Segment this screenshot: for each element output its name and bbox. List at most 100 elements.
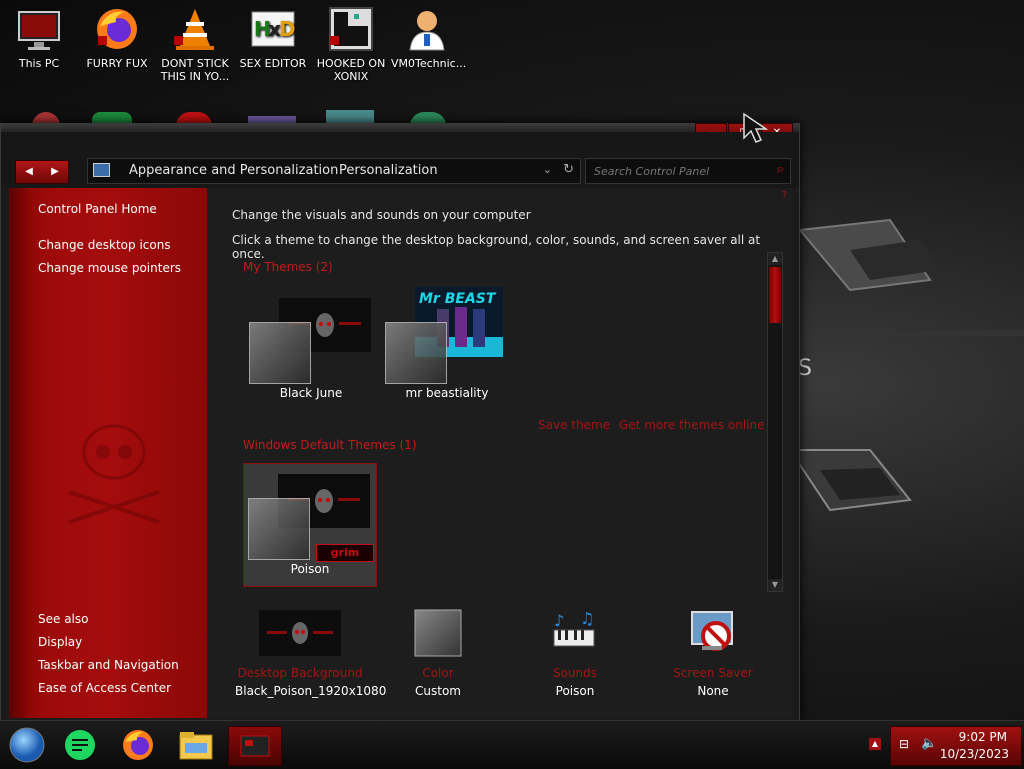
svg-text:S: S — [798, 356, 812, 381]
screen-saver-setting[interactable]: Screen Saver None — [648, 608, 778, 698]
refresh-icon[interactable]: ↻ — [563, 162, 574, 177]
forward-button[interactable]: ▶ — [42, 161, 68, 183]
back-arrow-icon: ◀ — [25, 166, 33, 177]
wallpaper-graphic: S — [790, 218, 1024, 512]
sidebar-change-desktop-icons[interactable]: Change desktop icons — [38, 238, 171, 252]
save-theme-link[interactable]: Save theme — [538, 418, 610, 432]
desktop-icon-technician[interactable]: VM0Technic... — [391, 6, 467, 70]
help-icon[interactable]: ? — [782, 190, 787, 201]
clock-time: 9:02 PM — [958, 730, 1007, 744]
theme-name: Poison — [290, 562, 330, 576]
sidebar-taskbar-navigation-link[interactable]: Taskbar and Navigation — [38, 658, 179, 672]
personalization-window: – □ ✕ ◀ ▶ Appearance and Personalization… — [0, 123, 800, 721]
personalization-content: ? Change the visuals and sounds on your … — [207, 188, 793, 718]
desktop-icon-vlc[interactable]: DONT STICK THIS IN YO... — [159, 6, 231, 83]
desktop-icon-label: FURRY FUX — [86, 57, 148, 70]
system-tray-clock[interactable]: ⊟ 🔈 9:02 PM 10/23/2023 — [890, 726, 1022, 766]
control-panel-taskbar-button[interactable] — [228, 726, 282, 766]
setting-value: None — [697, 684, 729, 698]
navigation-bar: ◀ ▶ Appearance and Personalization Perso… — [1, 132, 799, 188]
scroll-down-icon[interactable]: ▼ — [768, 579, 782, 591]
svg-text:♪: ♪ — [554, 611, 564, 630]
scroll-up-icon[interactable]: ▲ — [768, 253, 782, 265]
address-bar[interactable]: Appearance and Personalization Personali… — [87, 158, 581, 184]
setting-value: Black_Poison_1920x1080 — [235, 684, 387, 698]
desktop-icon-label: DONT STICK THIS IN YO... — [160, 57, 230, 83]
sidebar: Control Panel Home Change desktop icons … — [9, 188, 207, 718]
page-title: Change the visuals and sounds on your co… — [232, 208, 531, 222]
skull-watermark-icon — [68, 424, 160, 524]
sounds-setting[interactable]: ♪ ♫ Sounds Poison — [510, 608, 640, 698]
theme-overlay-text: Mr BEAST — [419, 291, 497, 307]
setting-label: Screen Saver — [673, 666, 753, 680]
desktop-icon-sex-editor[interactable]: HxD SEX EDITOR — [237, 6, 309, 70]
search-icon[interactable]: ⌕ — [777, 162, 784, 177]
firefox-icon — [94, 6, 140, 52]
clock-date: 10/23/2023 — [939, 747, 1009, 761]
breadcrumb-appearance[interactable]: Appearance and Personalization — [129, 163, 338, 178]
page-description: Click a theme to change the desktop back… — [232, 233, 761, 261]
setting-label: Desktop Background — [237, 666, 363, 680]
desktop-icon-label: This PC — [18, 57, 60, 70]
chevron-down-icon[interactable]: ⌄ — [543, 163, 552, 176]
desktop-icon-label: HOOKED ON XONIX — [316, 57, 386, 83]
start-button[interactable] — [4, 726, 50, 764]
my-themes-heading: My Themes (2) — [243, 260, 333, 274]
technician-user-icon — [404, 6, 450, 52]
show-hidden-icons-button[interactable]: ▲ — [869, 738, 881, 750]
back-button[interactable]: ◀ — [16, 161, 42, 183]
setting-label: Sounds — [552, 666, 598, 680]
theme-name: mr beastiality — [405, 386, 489, 400]
search-input[interactable] — [592, 162, 768, 180]
desktop-icon-label: VM0Technic... — [391, 57, 467, 70]
desktop-background-icon — [259, 608, 341, 658]
theme-black-june[interactable]: Black June — [245, 288, 377, 410]
xonix-game-icon — [328, 6, 374, 52]
theme-preview-window — [248, 498, 310, 560]
mouse-cursor-icon — [743, 112, 769, 143]
sidebar-control-panel-home[interactable]: Control Panel Home — [38, 202, 157, 216]
screen-saver-icon — [688, 608, 738, 658]
theme-name: Black June — [279, 386, 343, 400]
setting-value: Custom — [415, 684, 461, 698]
color-swatch-icon — [413, 608, 463, 658]
desktop-icon-partial-row — [0, 108, 470, 126]
monitor-icon — [16, 6, 62, 52]
desktop-icon-label: SEX EDITOR — [239, 57, 307, 70]
theme-preview-window — [385, 322, 447, 384]
file-explorer-button[interactable] — [173, 726, 219, 764]
color-setting[interactable]: Color Custom — [373, 608, 503, 698]
svg-text:D: D — [279, 17, 296, 41]
desktop-icon-this-pc[interactable]: This PC — [3, 6, 75, 70]
svg-text:♫: ♫ — [580, 609, 594, 628]
hxd-editor-icon: HxD — [250, 6, 296, 52]
desktop-icon-xonix[interactable]: HOOKED ON XONIX — [315, 6, 387, 83]
theme-preview-window — [249, 322, 311, 384]
scroll-thumb[interactable] — [769, 267, 781, 323]
breadcrumb-personalization[interactable]: Personalization — [339, 163, 438, 178]
theme-poison[interactable]: grim Poison — [243, 463, 377, 587]
setting-value: Poison — [555, 684, 595, 698]
theme-mr-beastiality[interactable]: Mr BEAST mr beastiality — [381, 287, 513, 410]
search-box[interactable]: ⌕ — [585, 158, 791, 184]
network-icon[interactable]: ⊟ — [899, 737, 909, 751]
setting-label: Color — [422, 666, 454, 680]
get-more-themes-link[interactable]: Get more themes online — [619, 418, 765, 432]
see-also-heading: See also — [38, 612, 89, 626]
taskbar: ▲ ⊟ 🔈 9:02 PM 10/23/2023 — [0, 720, 1024, 769]
sidebar-ease-of-access-link[interactable]: Ease of Access Center — [38, 681, 171, 695]
window-titlebar[interactable]: – □ ✕ — [1, 123, 799, 144]
forward-arrow-icon: ▶ — [51, 166, 59, 177]
themes-scrollbar[interactable]: ▲ ▼ — [767, 252, 783, 592]
grim-badge: grim — [316, 544, 374, 562]
volume-icon[interactable]: 🔈 — [921, 736, 937, 751]
chat-app-button[interactable] — [57, 726, 103, 764]
desktop-background-setting[interactable]: Desktop Background Black_Poison_1920x108… — [235, 608, 387, 698]
sidebar-display-link[interactable]: Display — [38, 635, 82, 649]
desktop-icon-furry-fux[interactable]: FURRY FUX — [81, 6, 153, 70]
firefox-taskbar-button[interactable] — [115, 726, 161, 764]
back-forward-buttons: ◀ ▶ — [15, 160, 69, 184]
sidebar-change-mouse-pointers[interactable]: Change mouse pointers — [38, 261, 181, 275]
sounds-icon: ♪ ♫ — [550, 608, 600, 658]
vlc-cone-icon — [172, 6, 218, 52]
